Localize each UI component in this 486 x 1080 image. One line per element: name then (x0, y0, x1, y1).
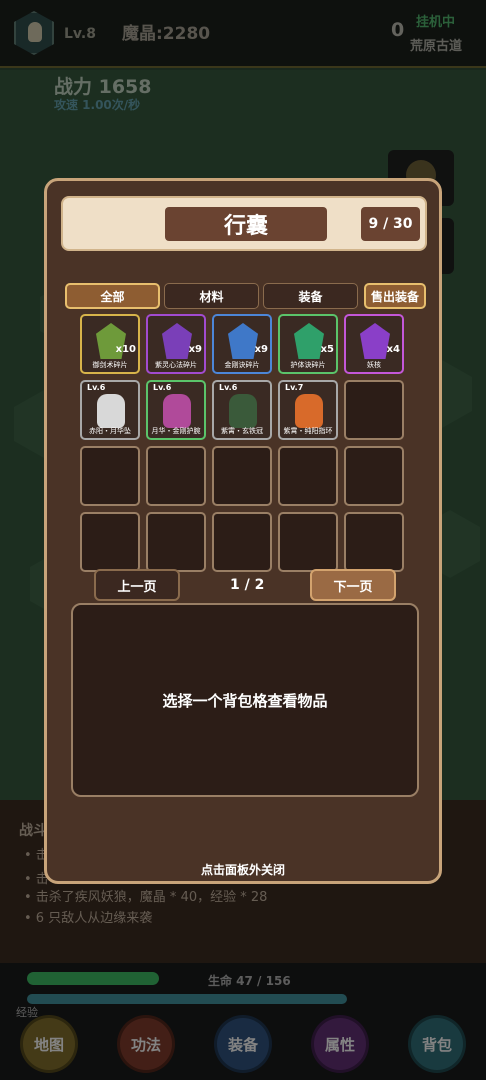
bag-capacity: 9 / 30 (361, 207, 420, 241)
item-level: Lv.7 (285, 383, 304, 392)
item-name: 赤阳・月华坠 (89, 427, 131, 435)
fragment-icon (228, 323, 258, 359)
equipment-icon (163, 394, 191, 428)
sell-equipment-button[interactable]: 售出装备 (364, 283, 426, 309)
tab-material[interactable]: 材料 (164, 283, 259, 309)
bag-slot-item[interactable]: x9 紫灵心法碎片 (146, 314, 206, 374)
bag-title: 行囊 (165, 207, 327, 241)
bag-slot-empty[interactable] (344, 380, 404, 440)
item-name: 妖核 (367, 361, 381, 369)
bag-slot-item[interactable]: x4 妖核 (344, 314, 404, 374)
bag-slot-empty[interactable] (146, 446, 206, 506)
bag-slot-empty[interactable] (146, 512, 206, 572)
bag-slot-empty[interactable] (344, 512, 404, 572)
bag-slot-empty[interactable] (80, 446, 140, 506)
item-name: 金刚诀碎片 (224, 361, 260, 369)
bag-panel: 行囊 9 / 30 全部 材料 装备 售出装备 x10 御剑术碎片 x9 紫灵心法碎片… (44, 178, 442, 884)
item-count: x4 (386, 344, 400, 355)
bag-slot-item[interactable]: Lv.6 月华・金刚护腕 (146, 380, 206, 440)
bag-slot-empty[interactable] (212, 512, 272, 572)
bag-slot-empty[interactable] (278, 512, 338, 572)
equipment-icon (97, 394, 125, 428)
bag-slot-item[interactable]: Lv.7 紫霄・纯阳指环 (278, 380, 338, 440)
bag-header: 行囊 9 / 30 (61, 196, 427, 251)
item-count: x5 (320, 344, 334, 355)
bag-slot-item[interactable]: x10 御剑术碎片 (80, 314, 140, 374)
item-name: 紫灵心法碎片 (155, 361, 197, 369)
item-name: 护体诀碎片 (290, 361, 326, 369)
item-name: 紫霄・玄铁冠 (221, 427, 263, 435)
item-name: 紫霄・纯阳指环 (283, 427, 333, 435)
item-level: Lv.6 (219, 383, 238, 392)
bag-slot-item[interactable]: x5 护体诀碎片 (278, 314, 338, 374)
detail-hint: 选择一个背包格查看物品 (162, 691, 328, 710)
bag-slot-item[interactable]: x9 金刚诀碎片 (212, 314, 272, 374)
tab-equipment[interactable]: 装备 (263, 283, 358, 309)
bag-slot-item[interactable]: Lv.6 紫霄・玄铁冠 (212, 380, 272, 440)
tab-all[interactable]: 全部 (65, 283, 160, 309)
equipment-icon (295, 394, 323, 428)
item-level: Lv.6 (87, 383, 106, 392)
fragment-icon (294, 323, 324, 359)
page-indicator: 1 / 2 (230, 577, 265, 593)
equipment-icon (229, 394, 257, 428)
close-hint: 点击面板外关闭 (200, 863, 285, 877)
item-count: x9 (254, 344, 268, 355)
bag-slot-item[interactable]: Lv.6 赤阳・月华坠 (80, 380, 140, 440)
item-count: x9 (188, 344, 202, 355)
bag-slot-empty[interactable] (80, 512, 140, 572)
item-name: 御剑术碎片 (92, 361, 128, 369)
item-level: Lv.6 (153, 383, 172, 392)
prev-page-button[interactable]: 上一页 (94, 569, 180, 601)
fragment-icon (360, 323, 390, 359)
item-name: 月华・金刚护腕 (151, 427, 201, 435)
bag-slot-empty[interactable] (278, 446, 338, 506)
item-count: x10 (115, 344, 136, 355)
fragment-icon (162, 323, 192, 359)
item-detail-panel: 选择一个背包格查看物品 (71, 603, 419, 797)
bag-slot-empty[interactable] (212, 446, 272, 506)
next-page-button[interactable]: 下一页 (310, 569, 396, 601)
bag-slot-empty[interactable] (344, 446, 404, 506)
